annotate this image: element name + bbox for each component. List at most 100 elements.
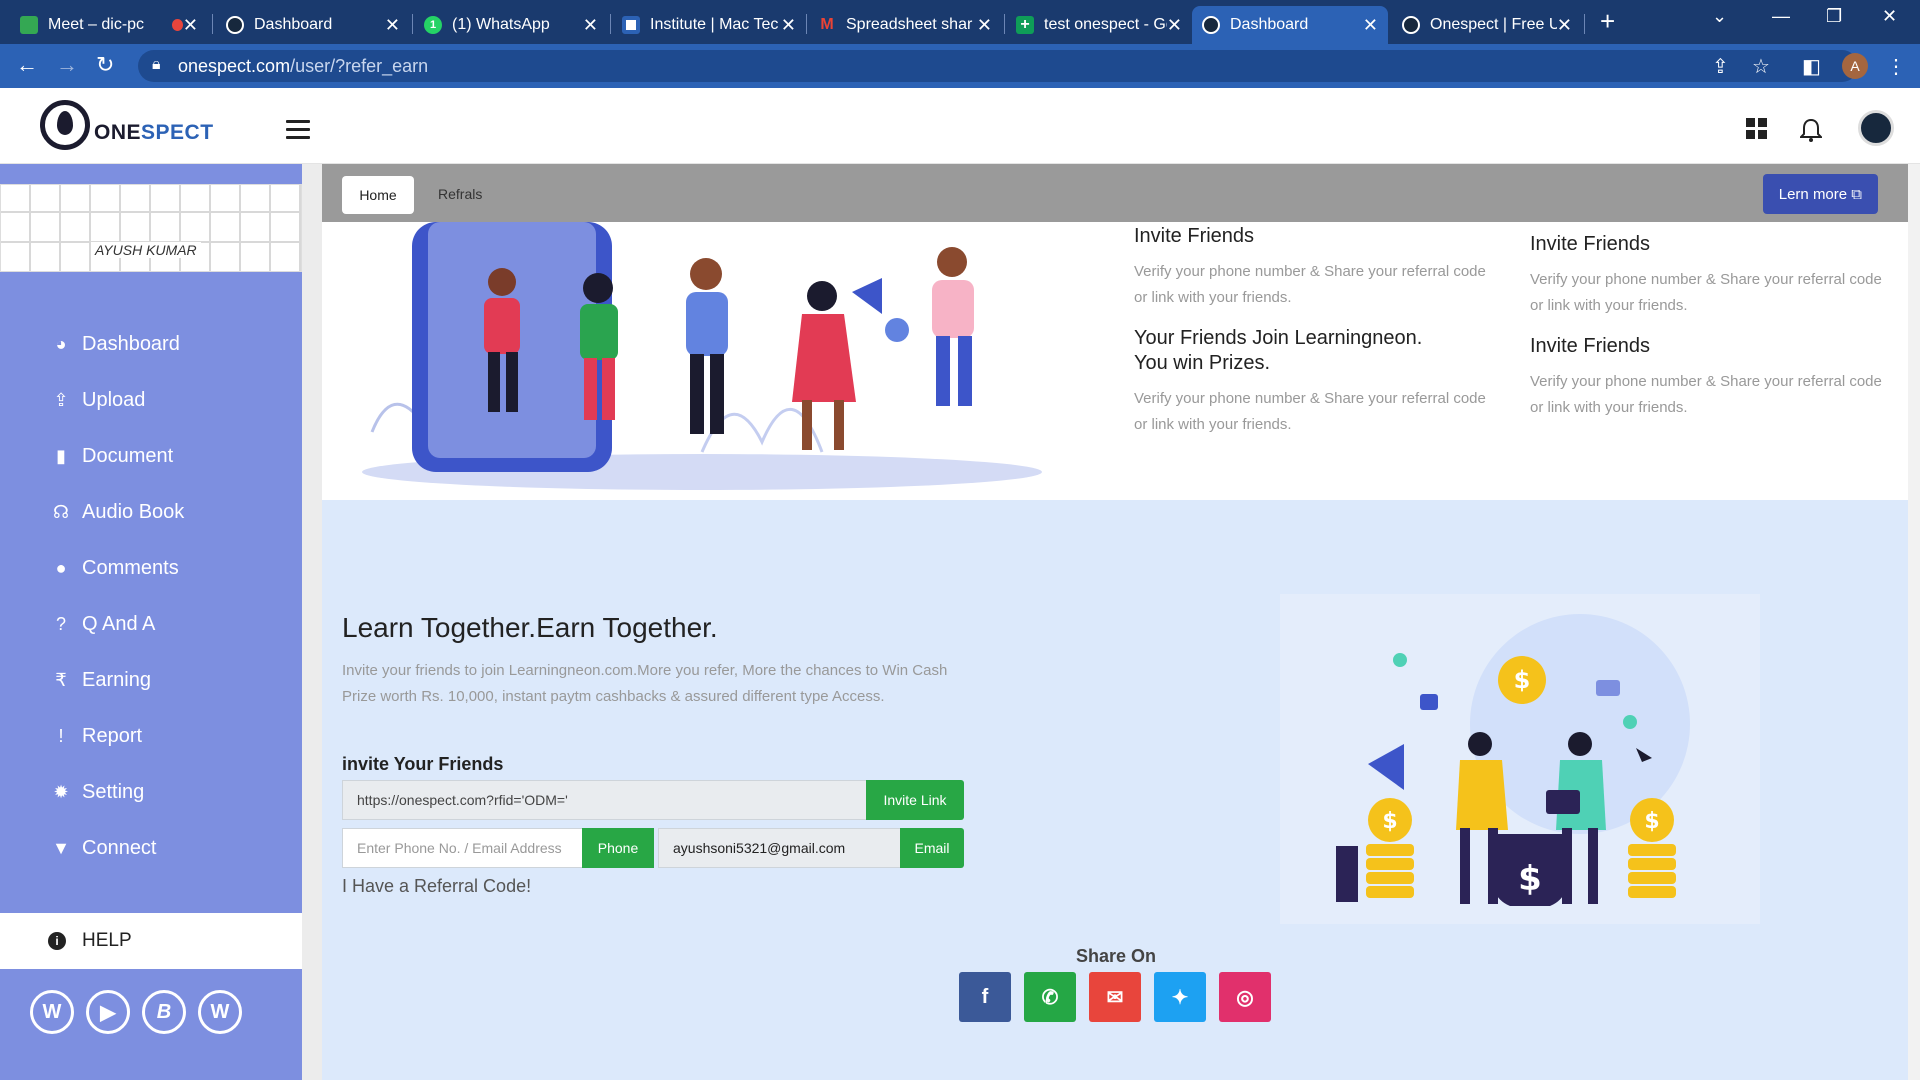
- help-button[interactable]: i HELP: [0, 913, 302, 969]
- youtube-icon[interactable]: ▶: [86, 990, 130, 1034]
- whatsapp-icon[interactable]: ✆: [1024, 972, 1076, 1022]
- sidebar-item-report[interactable]: ! Report: [0, 708, 302, 764]
- browser-tab[interactable]: Institute | Mac Tec ✕: [612, 6, 806, 44]
- tab-title: Spreadsheet shar: [846, 16, 973, 33]
- tab-title: Dashboard: [1230, 16, 1309, 33]
- phone-button[interactable]: Phone: [582, 828, 654, 868]
- sheets-favicon-icon: +: [1016, 16, 1034, 34]
- sidebar-item-label: Connect: [82, 836, 157, 859]
- close-tab-icon[interactable]: ✕: [385, 15, 400, 36]
- close-tab-icon[interactable]: ✕: [977, 15, 992, 36]
- address-bar[interactable]: 🔒︎ onespect.com/user/?refer_earn: [138, 50, 1858, 82]
- section-description: Invite your friends to join Learningneon…: [342, 662, 948, 705]
- minimize-icon[interactable]: —: [1772, 6, 1790, 27]
- browser-toolbar: ← → ↻ 🔒︎ onespect.com/user/?refer_earn ⇪…: [0, 44, 1920, 88]
- close-tab-icon[interactable]: ✕: [183, 15, 198, 36]
- close-tab-icon[interactable]: ✕: [1557, 15, 1572, 36]
- close-tab-icon[interactable]: ✕: [1363, 15, 1378, 36]
- onespect-logo[interactable]: ONESPECT: [40, 100, 214, 150]
- facebook-icon[interactable]: f: [959, 972, 1011, 1022]
- sidebar-item-document[interactable]: ▮ Document: [0, 428, 302, 484]
- tab-separator: [1004, 14, 1005, 34]
- info-title: Invite Friends: [1530, 335, 1651, 357]
- info-desc: Verify your phone number & Share your re…: [1134, 263, 1486, 306]
- side-panel-icon[interactable]: ◧: [1802, 54, 1821, 79]
- sidebar-item-earning[interactable]: ₹ Earning: [0, 652, 302, 708]
- browser-tab[interactable]: 1 (1) WhatsApp ✕: [414, 6, 608, 44]
- referral-code-link[interactable]: I Have a Referral Code!: [342, 876, 531, 897]
- sidebar-item-q-and-a[interactable]: ? Q And A: [0, 596, 302, 652]
- browser-tab[interactable]: + test onespect - Go ✕: [1006, 6, 1192, 44]
- browser-profile-avatar[interactable]: A: [1842, 53, 1868, 79]
- sidebar-item-connect[interactable]: ▼ Connect: [0, 820, 302, 876]
- info-title: Your Friends Join Learningneon. You win …: [1134, 327, 1423, 374]
- apps-grid-icon[interactable]: [1746, 118, 1768, 146]
- filter-icon: ▼: [52, 837, 70, 858]
- instagram-icon[interactable]: ◎: [1219, 972, 1271, 1022]
- info-card: Invite Friends Verify your phone number …: [1134, 224, 1494, 310]
- sidebar-item-comments[interactable]: ● Comments: [0, 540, 302, 596]
- tab-separator: [610, 14, 611, 34]
- close-window-icon[interactable]: ✕: [1882, 6, 1897, 27]
- restore-icon[interactable]: ❐: [1826, 6, 1842, 27]
- browser-tab[interactable]: M Spreadsheet shar ✕: [808, 6, 1002, 44]
- profile-name: AYUSH KUMAR: [91, 242, 201, 258]
- browser-tab[interactable]: Meet – dic-pc ✕: [10, 6, 208, 44]
- share-icon[interactable]: ⇪: [1712, 54, 1729, 79]
- page-scrollbar[interactable]: [1908, 164, 1920, 1080]
- reload-icon[interactable]: ↻: [96, 52, 114, 78]
- logo-text: ONESPECT: [94, 121, 214, 145]
- email-icon[interactable]: ✉: [1089, 972, 1141, 1022]
- logo-text-part2: SPECT: [141, 121, 214, 144]
- forward-icon[interactable]: →: [56, 52, 78, 78]
- sidebar-item-setting[interactable]: ✹ Setting: [0, 764, 302, 820]
- share-buttons: f ✆ ✉ ✦ ◎: [959, 972, 1284, 1022]
- info-desc: Verify your phone number & Share your re…: [1134, 390, 1486, 433]
- close-tab-icon[interactable]: ✕: [781, 15, 796, 36]
- invite-label: invite Your Friends: [342, 754, 504, 774]
- close-tab-icon[interactable]: ✕: [583, 15, 598, 36]
- sidebar-item-dashboard[interactable]: ◕ Dashboard: [0, 316, 302, 372]
- invite-link-button[interactable]: Invite Link: [866, 780, 964, 820]
- email-field[interactable]: ayushsoni5321@gmail.com: [658, 828, 902, 868]
- back-icon[interactable]: ←: [16, 52, 38, 78]
- sidebar-item-label: Dashboard: [82, 332, 180, 355]
- new-tab-icon[interactable]: +: [1600, 6, 1615, 37]
- info-card: Invite Friends Verify your phone number …: [1530, 232, 1890, 318]
- sidebar: AYUSH KUMAR ◕ Dashboard ⇪ Upload ▮ Docum…: [0, 164, 302, 1080]
- browser-tab-active[interactable]: Dashboard ✕: [1192, 6, 1388, 44]
- sidebar-item-label: Audio Book: [82, 500, 185, 523]
- close-tab-icon[interactable]: ✕: [1167, 15, 1182, 36]
- institute-favicon-icon: [622, 16, 640, 34]
- tab-refrals[interactable]: Refrals: [438, 186, 482, 202]
- browser-tab[interactable]: Dashboard ✕: [216, 6, 410, 44]
- wordpress-icon[interactable]: W: [198, 990, 242, 1034]
- tab-home[interactable]: Home: [342, 176, 414, 214]
- phone-email-input[interactable]: Enter Phone No. / Email Address: [342, 828, 584, 868]
- email-button[interactable]: Email: [900, 828, 964, 868]
- document-icon: ▮: [56, 445, 66, 466]
- upload-icon: ⇪: [53, 389, 69, 410]
- learn-more-button[interactable]: Lern more ⧉: [1762, 174, 1878, 214]
- sidebar-item-upload[interactable]: ⇪ Upload: [0, 372, 302, 428]
- sidebar-item-label: Setting: [82, 780, 145, 803]
- tab-search-chevron-icon[interactable]: ⌄: [1712, 6, 1727, 27]
- blogger-icon[interactable]: B: [142, 990, 186, 1034]
- url-path: /user/?refer_earn: [290, 55, 429, 76]
- notification-bell-icon[interactable]: [1798, 118, 1824, 148]
- lock-icon: 🔒︎: [152, 56, 161, 73]
- bookmark-star-icon[interactable]: ☆: [1752, 54, 1770, 79]
- user-avatar[interactable]: [1858, 110, 1894, 146]
- wordpress-icon[interactable]: W: [30, 990, 74, 1034]
- alert-icon: !: [58, 725, 64, 746]
- onespect-favicon-icon: [1202, 16, 1220, 34]
- meet-favicon-icon: [20, 16, 38, 34]
- sidebar-item-label: Earning: [82, 668, 151, 691]
- sidebar-item-audio-book[interactable]: ☊ Audio Book: [0, 484, 302, 540]
- browser-menu-icon[interactable]: ⋮: [1886, 54, 1906, 79]
- onespect-favicon-icon: [226, 16, 244, 34]
- browser-tab[interactable]: Onespect | Free U ✕: [1392, 6, 1582, 44]
- twitter-icon[interactable]: ✦: [1154, 972, 1206, 1022]
- invite-link-field[interactable]: https://onespect.com?rfid='ODM=': [342, 780, 868, 820]
- hamburger-menu-icon[interactable]: [286, 120, 310, 144]
